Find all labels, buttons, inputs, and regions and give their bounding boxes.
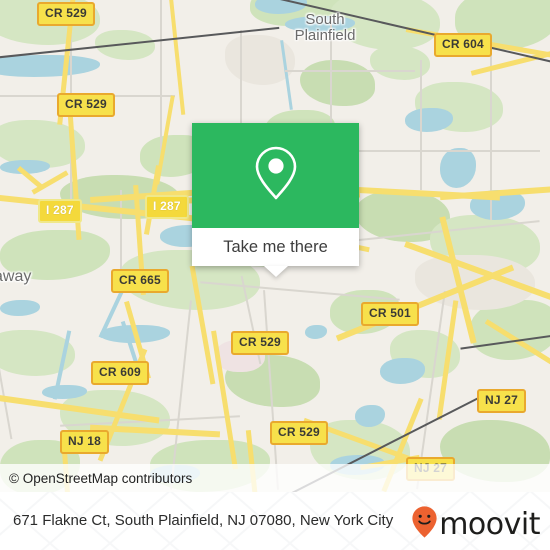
footer-bar: 671 Flakne Ct, South Plainfield, NJ 0708… <box>0 492 550 550</box>
shield-cr-665[interactable]: CR 665 <box>111 269 169 293</box>
shield-cr-604[interactable]: CR 604 <box>434 33 492 57</box>
shield-nj-18[interactable]: NJ 18 <box>60 430 110 454</box>
moovit-smiley-pin-icon <box>411 505 438 544</box>
osm-attribution[interactable]: © OpenStreetMap contributors <box>0 464 550 492</box>
destination-callout-card[interactable]: Take me there <box>192 123 359 277</box>
callout-pointer-tail <box>263 266 288 277</box>
shield-nj-27-east[interactable]: NJ 27 <box>477 389 527 413</box>
shield-cr-529-lower[interactable]: CR 529 <box>270 421 328 445</box>
shield-cr-529-upper[interactable]: CR 529 <box>57 93 115 117</box>
osm-attribution-text: © OpenStreetMap contributors <box>9 470 193 486</box>
shield-cr-529-mid[interactable]: CR 529 <box>231 331 289 355</box>
address-text: 671 Flakne Ct, South Plainfield, NJ 0708… <box>13 512 394 529</box>
callout-card-header <box>192 123 359 228</box>
take-me-there-button[interactable]: Take me there <box>192 228 359 266</box>
shield-i-287-east[interactable]: I 287 <box>145 195 189 219</box>
moovit-logo[interactable]: moovit <box>411 505 540 544</box>
shield-cr-501[interactable]: CR 501 <box>361 302 419 326</box>
map-pin-icon <box>252 144 300 207</box>
shield-cr-529-north[interactable]: CR 529 <box>37 2 95 26</box>
shield-cr-609[interactable]: CR 609 <box>91 361 149 385</box>
moovit-map-screen: South Plainfield away CR 529 CR 529 CR 6… <box>0 0 550 550</box>
moovit-wordmark: moovit <box>439 506 540 542</box>
take-me-there-label: Take me there <box>223 237 328 256</box>
shield-i-287-west[interactable]: I 287 <box>38 199 82 223</box>
